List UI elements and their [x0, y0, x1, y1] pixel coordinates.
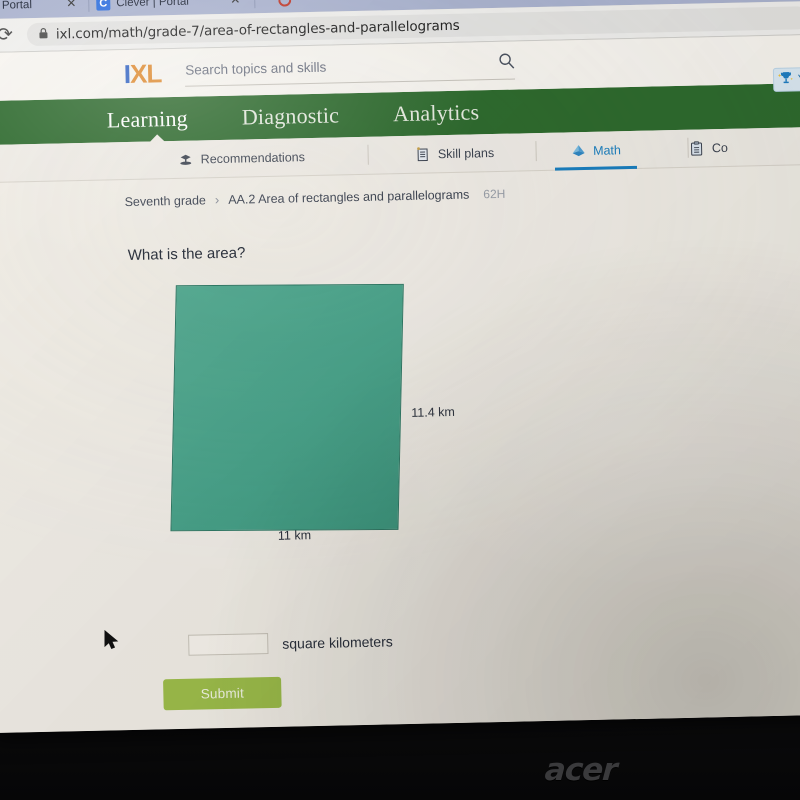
- cursor-arrow-icon: [104, 630, 119, 650]
- breadcrumb-grade[interactable]: Seventh grade: [124, 193, 206, 209]
- trophy-icon: [777, 70, 794, 88]
- url-text: ixl.com/math/grade-7/area-of-rectangles-…: [55, 17, 460, 43]
- tab-courses[interactable]: Co: [672, 129, 744, 168]
- lock-glyph: [39, 27, 48, 38]
- tab-divider: [534, 141, 537, 162]
- search-bar[interactable]: [184, 52, 516, 87]
- ixl-page: I XL Learning Diagnostic Ana: [0, 34, 800, 734]
- recommendations-icon: [178, 151, 194, 167]
- clipboard-icon: [689, 140, 705, 156]
- tab-label: Co: [711, 140, 729, 155]
- awards-badge[interactable]: Y: [772, 67, 800, 92]
- tab-divider: [254, 0, 256, 9]
- submit-button[interactable]: Submit: [163, 676, 282, 711]
- nav-item-diagnostic[interactable]: Diagnostic: [242, 102, 340, 130]
- reload-icon[interactable]: ⟳: [0, 24, 15, 45]
- search-glyph: [499, 53, 515, 69]
- tab-label: Recommendations: [200, 149, 306, 166]
- question-prompt: What is the area?: [127, 244, 246, 265]
- tab-title: er | Portal: [0, 0, 33, 12]
- answer-row: square kilometers: [188, 630, 393, 656]
- skill-code: 62H: [483, 186, 506, 201]
- figure-width-label: 11 km: [277, 528, 312, 543]
- chevron-right-icon: ›: [214, 192, 220, 208]
- figure-height-label: 11.4 km: [411, 404, 455, 420]
- ixl-logo[interactable]: I XL: [123, 58, 161, 90]
- search-icon[interactable]: [499, 52, 515, 73]
- tab-divider: [88, 0, 90, 12]
- red-ring-icon: [278, 0, 292, 7]
- clipboard-glyph: [691, 140, 703, 156]
- answer-input[interactable]: [188, 633, 269, 656]
- math-pyramid-icon: [570, 143, 586, 159]
- browser-tab[interactable]: er | Portal: [0, 0, 32, 19]
- skill-plans-icon: [415, 146, 431, 162]
- nav-item-learning[interactable]: Learning: [107, 106, 189, 134]
- tab-divider: [367, 144, 370, 165]
- figure-container: 11.4 km 11 km: [0, 267, 800, 575]
- laptop-screen: er | Portal ✕ C Clever | Portal ✕ ⟳: [0, 0, 800, 734]
- acer-brand-logo: acer: [543, 752, 618, 788]
- ixl-logo-xl: XL: [129, 57, 162, 89]
- tab-label: Skill plans: [437, 145, 495, 161]
- rectangle-figure: [170, 283, 404, 532]
- search-input[interactable]: [185, 56, 446, 78]
- recommendations-glyph: [180, 154, 192, 165]
- lock-icon: [39, 27, 48, 41]
- breadcrumb-skill: AA.2 Area of rectangles and parallelogra…: [228, 187, 470, 207]
- math-pyramid-glyph: [572, 144, 585, 156]
- nav-item-analytics[interactable]: Analytics: [393, 99, 480, 127]
- trophy-glyph: [777, 72, 793, 84]
- browser-tab[interactable]: [278, 0, 298, 13]
- clever-c-icon: C: [96, 0, 111, 11]
- close-icon[interactable]: ✕: [62, 0, 80, 10]
- close-icon[interactable]: ✕: [226, 0, 244, 7]
- skill-plans-glyph: [417, 146, 429, 161]
- laptop-photo: acer er | Portal ✕ C Clever | Portal ✕ ⟳: [0, 0, 800, 800]
- tab-title: Clever | Portal: [116, 0, 190, 10]
- answer-unit-label: square kilometers: [282, 632, 393, 652]
- tab-skill-plans[interactable]: Skill plans: [398, 134, 537, 173]
- tab-recommendations[interactable]: Recommendations: [161, 138, 370, 178]
- tab-math[interactable]: Math: [554, 131, 690, 170]
- tab-label: Math: [592, 142, 622, 158]
